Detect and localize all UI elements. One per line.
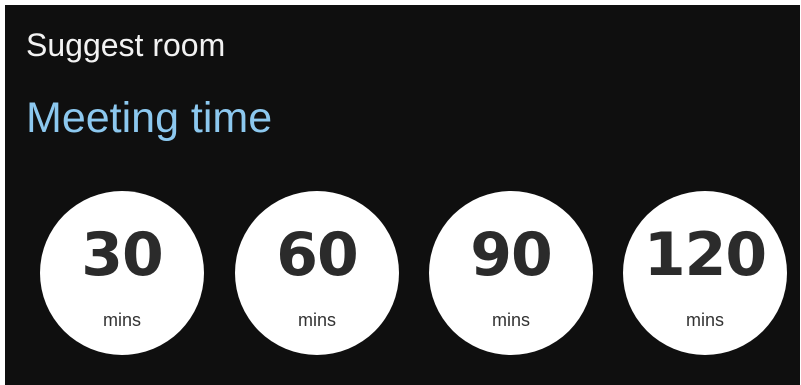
screen: Suggest room Meeting time 30 mins 60 min… [5,5,800,385]
duration-unit: mins [102,310,141,330]
duration-option-60[interactable]: 60 mins [235,191,399,355]
duration-value: 60 [276,220,359,290]
duration-option-120[interactable]: 120 mins [623,191,787,355]
header-title: Suggest room [26,27,226,63]
duration-unit: mins [685,310,724,330]
duration-value: 30 [81,220,164,290]
duration-value: 120 [643,220,767,290]
duration-unit: mins [297,310,336,330]
duration-option-30[interactable]: 30 mins [40,191,204,355]
duration-unit: mins [491,310,530,330]
duration-options: 30 mins 60 mins 90 mins 120 mins [40,191,787,357]
duration-value: 90 [470,220,553,290]
section-title: Meeting time [26,94,273,142]
duration-option-90[interactable]: 90 mins [429,191,593,355]
